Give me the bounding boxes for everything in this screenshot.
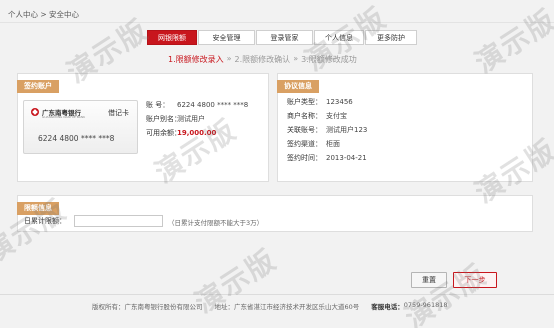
daily-limit-input[interactable] xyxy=(74,215,163,227)
daily-limit-hint: （日累计支付限额不能大于3万） xyxy=(168,219,264,227)
agreement-panel: 协议信息 账户类型： 123456 商户名称： 支付宝 关联账号： 测试用户12… xyxy=(277,73,533,182)
card-type: 借记卡 xyxy=(108,109,129,117)
demo-watermark: 演示版 xyxy=(469,2,554,80)
sign-channel-value: 柜面 xyxy=(326,140,340,148)
tab-limit[interactable]: 网银限额 xyxy=(147,30,197,45)
sign-date-value: 2013-04-21 xyxy=(326,154,367,162)
account-type-label: 账户类型： xyxy=(287,98,322,106)
agreement-panel-title: 协议信息 xyxy=(277,80,319,93)
tab-more-protection[interactable]: 更多防护 xyxy=(365,30,417,45)
header-divider xyxy=(0,22,554,23)
merchant-name-label: 商户名称： xyxy=(287,112,322,120)
bank-card: 广东南粤银行 GUANGDONG NANYUE BANK 借记卡 6224 48… xyxy=(23,100,138,154)
step-separator: » xyxy=(293,54,299,63)
footer-address: 地址：广东省湛江市经济技术开发区乐山大道60号 xyxy=(214,303,360,311)
footer-hotline-label: 客服电话： xyxy=(371,303,404,311)
bank-logo-icon xyxy=(31,108,39,116)
breadcrumb: 个人中心 > 安全中心 xyxy=(8,10,80,19)
account-number-value: 6224 4800 **** ***8 xyxy=(177,101,249,109)
account-type-value: 123456 xyxy=(326,98,353,106)
demo-watermark: 演示版 xyxy=(399,257,493,328)
card-number: 6224 4800 **** ***8 xyxy=(38,134,115,143)
security-tabs: 网银限额 安全管理 登录管家 个人信息 更多防护 xyxy=(147,30,417,45)
footer-copyright: 版权所有：广东南粤银行股份有限公司 xyxy=(92,303,203,311)
step-indicator: 1.限额修改录入 » 2.限额修改确认 » 3.限额修改成功 xyxy=(168,54,357,65)
footer-divider xyxy=(0,294,554,295)
account-panel: 签约账户 广东南粤银行 GUANGDONG NANYUE BANK 借记卡 62… xyxy=(17,73,269,182)
tab-personal-info[interactable]: 个人信息 xyxy=(314,30,364,45)
account-number-label: 账 号： xyxy=(146,101,170,109)
account-alias-label: 账户别名： xyxy=(146,115,181,123)
sign-channel-label: 签约渠道： xyxy=(287,140,322,148)
step-separator: » xyxy=(226,54,232,63)
reset-button[interactable]: 重置 xyxy=(411,272,447,288)
footer-hotline: 0759-961818 xyxy=(403,301,448,309)
available-balance-value: 19,000.00 xyxy=(177,129,217,137)
available-balance-label: 可用余额： xyxy=(146,129,181,137)
limit-panel-title: 限额信息 xyxy=(17,202,59,215)
account-alias-value: 测试用户 xyxy=(177,115,205,123)
limit-panel: 限额信息 日累计限额： （日累计支付限额不能大于3万） xyxy=(17,195,533,232)
linked-account-label: 关联账号： xyxy=(287,126,322,134)
daily-limit-label: 日累计限额： xyxy=(24,217,66,225)
merchant-name-value: 支付宝 xyxy=(326,112,347,120)
tab-login-manager[interactable]: 登录管家 xyxy=(256,30,313,45)
account-panel-title: 签约账户 xyxy=(17,80,59,93)
step-1: 1.限额修改录入 xyxy=(168,55,224,64)
bank-name-en: GUANGDONG NANYUE BANK xyxy=(42,115,86,119)
next-step-button[interactable]: 下一步 xyxy=(453,272,497,288)
linked-account-value: 测试用户123 xyxy=(326,126,368,134)
step-3: 3.限额修改成功 xyxy=(301,55,357,64)
sign-date-label: 签约时间： xyxy=(287,154,322,162)
footer: 版权所有：广东南粤银行股份有限公司 地址：广东省湛江市经济技术开发区乐山大道60… xyxy=(92,301,447,311)
tab-security-management[interactable]: 安全管理 xyxy=(198,30,255,45)
step-2: 2.限额修改确认 xyxy=(234,55,291,64)
